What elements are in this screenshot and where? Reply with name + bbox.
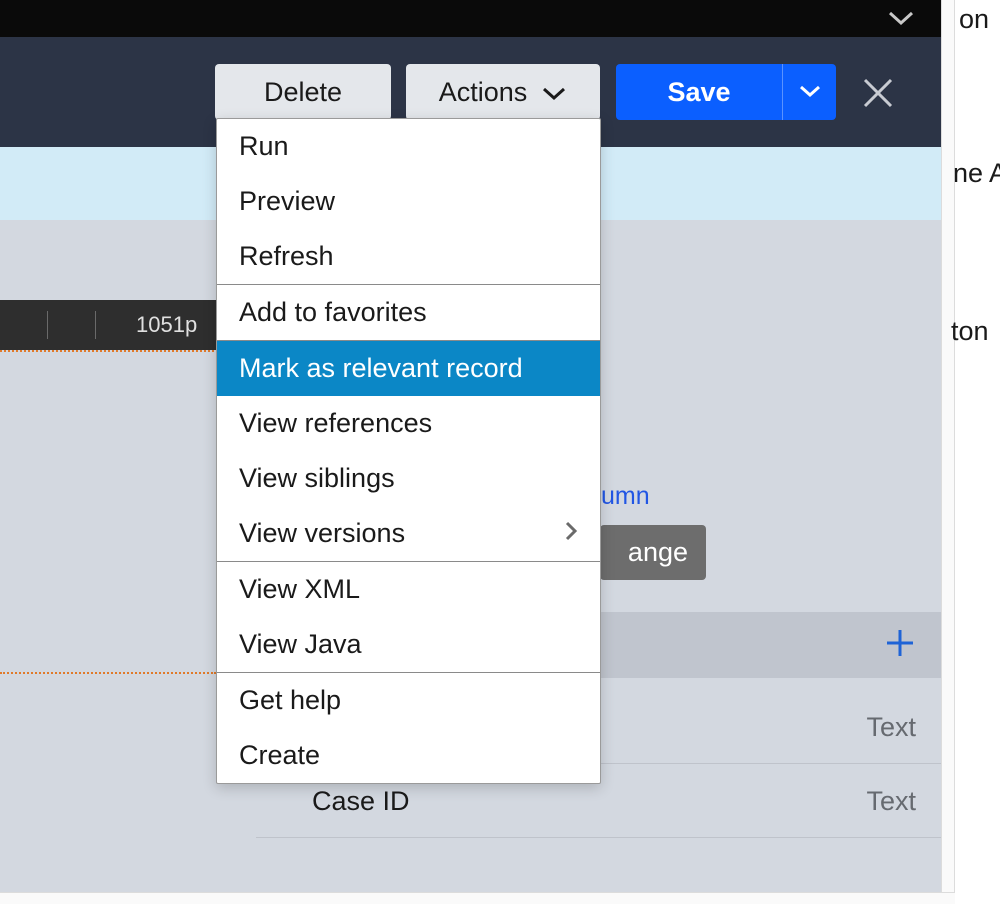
actions-button[interactable]: Actions <box>406 64 600 120</box>
actions-dropdown: Run Preview Refresh Add to favorites Mar… <box>216 118 601 784</box>
dropdown-item-preview[interactable]: Preview <box>217 174 600 229</box>
dropdown-item-label: View references <box>239 408 432 439</box>
text-fragment: ne A <box>953 158 1000 189</box>
text-fragment: on <box>959 4 989 35</box>
guide-line <box>0 350 242 352</box>
ruler-tick <box>95 311 96 339</box>
background-page-fragment: on ne A ton <box>955 0 1000 904</box>
save-dropdown-button[interactable] <box>782 64 836 120</box>
app-area: Delete Actions Save 1051p <box>0 0 948 904</box>
plus-icon[interactable] <box>885 628 915 663</box>
delete-button[interactable]: Delete <box>215 64 391 120</box>
vertical-scrollbar[interactable] <box>941 0 955 904</box>
chevron-down-icon <box>798 84 822 101</box>
save-split-button: Save <box>616 64 836 120</box>
dropdown-item-label: View XML <box>239 574 360 605</box>
change-button-fragment[interactable]: ange <box>600 525 706 580</box>
top-strip <box>0 0 948 37</box>
dropdown-item-label: Create <box>239 740 320 771</box>
guide-line <box>0 672 216 674</box>
ruler-bar: 1051p <box>0 300 242 350</box>
dropdown-item-mark-relevant[interactable]: Mark as relevant record <box>217 341 600 396</box>
horizontal-scrollbar[interactable] <box>0 892 955 904</box>
dropdown-item-view-references[interactable]: View references <box>217 396 600 451</box>
dropdown-item-run[interactable]: Run <box>217 119 600 174</box>
save-button[interactable]: Save <box>616 64 782 120</box>
actions-button-label: Actions <box>439 77 528 108</box>
dropdown-item-label: Mark as relevant record <box>239 353 523 384</box>
dropdown-item-create[interactable]: Create <box>217 728 600 783</box>
row-separator <box>256 837 948 838</box>
dropdown-item-label: View Java <box>239 629 362 660</box>
delete-button-label: Delete <box>264 77 342 108</box>
dropdown-item-view-versions[interactable]: View versions <box>217 506 600 561</box>
dropdown-item-label: View versions <box>239 518 405 549</box>
chevron-down-icon <box>541 77 567 108</box>
ruler-value: 1051p <box>136 312 197 338</box>
add-column-link-fragment[interactable]: umn <box>601 482 650 511</box>
close-icon[interactable] <box>860 75 896 111</box>
list-item-type: Text <box>866 786 916 817</box>
dropdown-item-view-java[interactable]: View Java <box>217 617 600 672</box>
dropdown-item-label: View siblings <box>239 463 395 494</box>
change-button-label: ange <box>628 537 688 568</box>
dropdown-item-add-favorites[interactable]: Add to favorites <box>217 285 600 340</box>
list-item-label: Case ID <box>312 786 410 817</box>
dropdown-item-label: Add to favorites <box>239 297 427 328</box>
chevron-right-icon <box>564 518 578 549</box>
dropdown-item-label: Refresh <box>239 241 334 272</box>
dropdown-item-get-help[interactable]: Get help <box>217 673 600 728</box>
list-item-type: Text <box>866 712 916 743</box>
dropdown-item-label: Get help <box>239 685 341 716</box>
ruler-tick <box>47 311 48 339</box>
dropdown-item-label: Preview <box>239 186 335 217</box>
chevron-down-icon[interactable] <box>886 8 916 33</box>
save-button-label: Save <box>667 77 730 107</box>
text-fragment: ton <box>951 316 989 347</box>
dropdown-item-refresh[interactable]: Refresh <box>217 229 600 284</box>
dropdown-item-view-siblings[interactable]: View siblings <box>217 451 600 506</box>
dropdown-item-view-xml[interactable]: View XML <box>217 562 600 617</box>
dropdown-item-label: Run <box>239 131 289 162</box>
